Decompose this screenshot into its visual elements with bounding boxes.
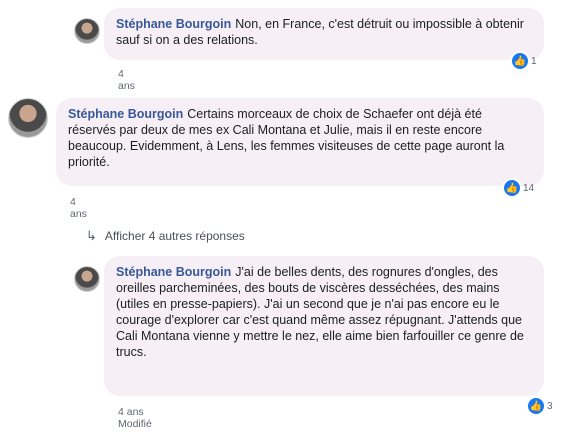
avatar[interactable]	[74, 18, 100, 44]
comment-author[interactable]: Stéphane Bourgoin	[116, 265, 231, 279]
comment-time[interactable]: 4 ans	[70, 196, 87, 220]
show-more-replies-link[interactable]: ↳ Afficher 4 autres réponses	[86, 228, 245, 244]
comment-bubble: Stéphane Bourgoin Certains morceaux de ch…	[56, 98, 544, 186]
reaction-count[interactable]: 👍 1	[512, 53, 537, 69]
comment-time[interactable]: 4 ans	[118, 406, 144, 418]
reaction-count[interactable]: 👍 14	[504, 180, 534, 196]
reaction-count[interactable]: 👍 3	[528, 398, 553, 414]
comment-author[interactable]: Stéphane Bourgoin	[116, 17, 231, 31]
comment-time[interactable]: 4 ans	[118, 68, 135, 92]
comment-meta: 4 ans	[70, 196, 95, 220]
like-icon: 👍	[504, 180, 520, 196]
comment-bubble: Stéphane Bourgoin Non, en France, c'est d…	[104, 8, 544, 60]
reply-arrow-icon: ↳	[86, 228, 97, 243]
avatar[interactable]	[74, 266, 100, 292]
avatar[interactable]	[8, 98, 48, 138]
comment-bubble: Stéphane Bourgoin J'ai de belles dents, d…	[104, 256, 544, 396]
show-more-replies-label: Afficher 4 autres réponses	[104, 229, 245, 243]
like-icon: 👍	[512, 53, 528, 69]
comment-meta: 4 ans Modifié	[118, 406, 160, 430]
comment-edited-label[interactable]: Modifié	[118, 418, 152, 430]
comment-author[interactable]: Stéphane Bourgoin	[68, 107, 183, 121]
like-icon: 👍	[528, 398, 544, 414]
comment-text: J'ai de belles dents, des rognures d'ong…	[116, 265, 524, 359]
comment-meta: 4 ans	[118, 68, 143, 92]
